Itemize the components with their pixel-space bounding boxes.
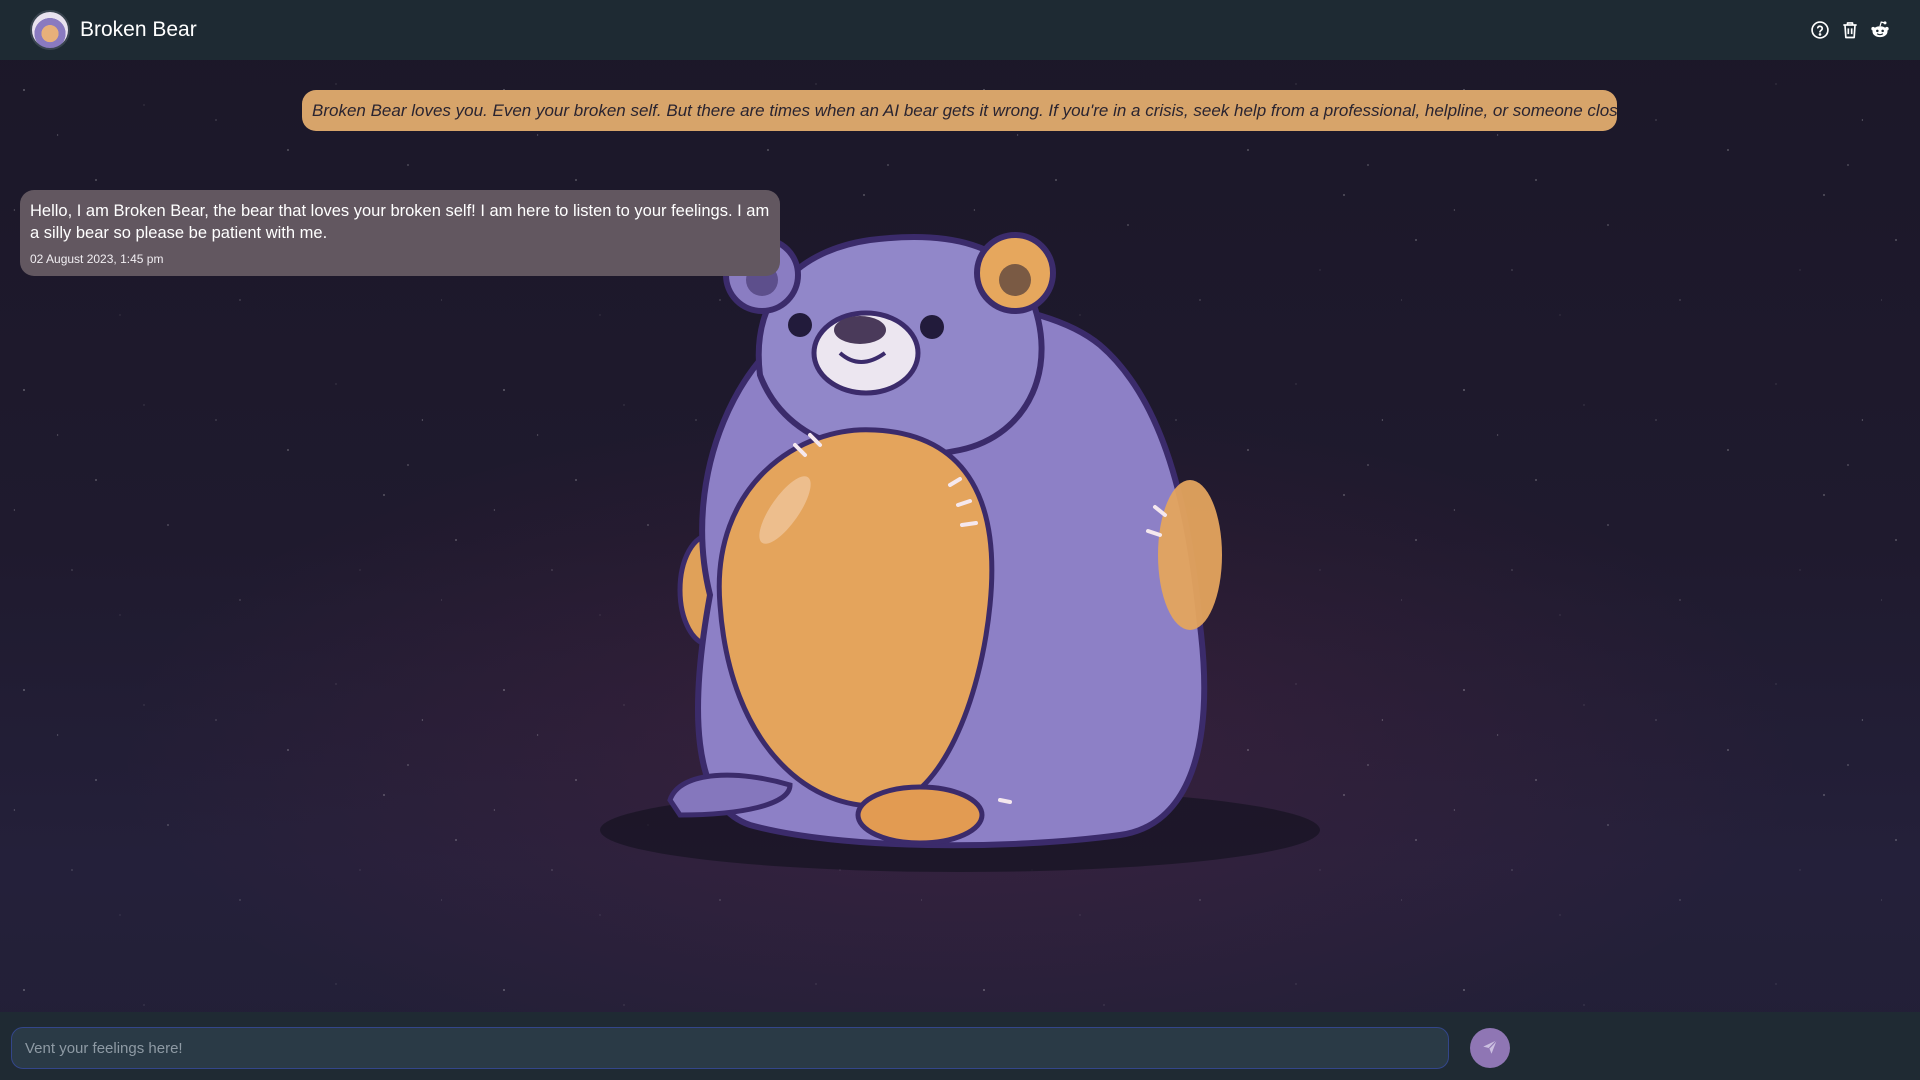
- composer-bar: [0, 1012, 1920, 1080]
- send-icon: [1481, 1038, 1499, 1059]
- trash-icon[interactable]: [1840, 20, 1860, 40]
- app-title: Broken Bear: [80, 18, 197, 41]
- message-input[interactable]: [11, 1027, 1449, 1069]
- send-button[interactable]: [1470, 1028, 1510, 1068]
- bot-message: Hello, I am Broken Bear, the bear that l…: [20, 190, 780, 276]
- app-header: Broken Bear: [0, 0, 1920, 60]
- bear-illustration: [590, 225, 1330, 885]
- header-actions: [1810, 20, 1890, 40]
- reddit-icon[interactable]: [1870, 20, 1890, 40]
- message-text: Hello, I am Broken Bear, the bear that l…: [30, 202, 770, 242]
- disclaimer-banner: Broken Bear loves you. Even your broken …: [302, 90, 1617, 131]
- message-timestamp: 02 August 2023, 1:45 pm: [30, 252, 164, 266]
- help-circle-icon[interactable]: [1810, 20, 1830, 40]
- app-logo: [30, 10, 70, 50]
